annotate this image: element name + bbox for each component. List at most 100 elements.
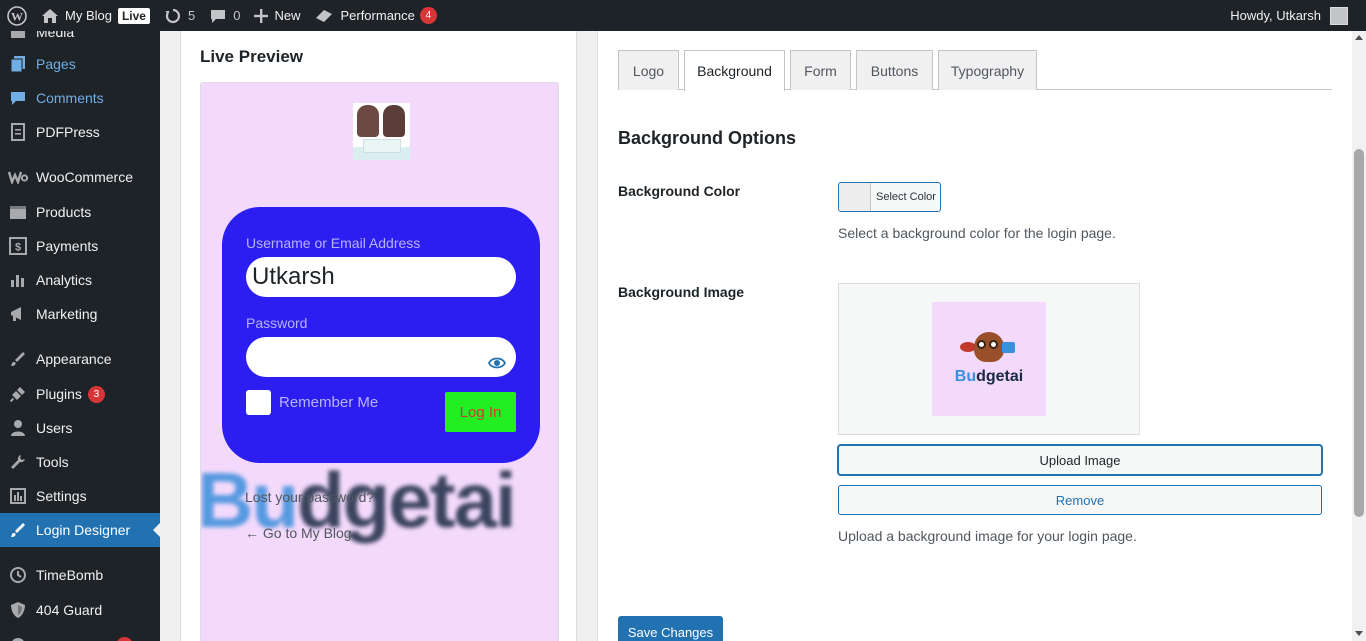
sidebar-item-404-guard[interactable]: 404 Guard	[0, 593, 160, 627]
pages-icon	[8, 54, 28, 74]
sidebar-item-label: Marketing	[36, 306, 98, 322]
settings-panel: Logo Background Form Buttons Typography …	[597, 31, 1352, 641]
select-color-label: Select Color	[876, 191, 936, 203]
scroll-up-icon[interactable]	[1355, 35, 1363, 40]
woocommerce-icon	[8, 167, 28, 187]
sidebar-item-label: Media	[36, 31, 75, 40]
admin-sidebar: Media Pages Comments PDFPress WooCommerc…	[0, 31, 160, 641]
current-menu-arrow	[153, 522, 160, 538]
sidebar-item-tools[interactable]: Tools	[0, 445, 160, 479]
sidebar-item-label: TimeBomb	[36, 567, 104, 583]
wordpress-logo-icon[interactable]: W	[0, 0, 34, 31]
page-scrollbar[interactable]	[1352, 31, 1366, 641]
password-label: Password	[246, 315, 308, 331]
eye-icon[interactable]	[487, 349, 507, 377]
comment-bubble-icon	[209, 8, 227, 24]
sidebar-item-marketing[interactable]: Marketing	[0, 297, 160, 331]
settings-icon	[8, 486, 28, 506]
pdf-icon	[8, 122, 28, 142]
analytics-icon	[8, 270, 28, 290]
tab-logo[interactable]: Logo	[618, 50, 679, 90]
new-content-link[interactable]: New	[247, 0, 307, 31]
select-color-button[interactable]: Select Color	[838, 182, 941, 212]
performance-label: Performance	[340, 8, 415, 23]
sidebar-item-pdfpress[interactable]: PDFPress	[0, 115, 160, 149]
site-name-link[interactable]: My Blog Live	[34, 0, 157, 31]
updates-icon	[164, 7, 182, 25]
sidebar-item-partial[interactable]	[0, 628, 160, 641]
remember-me-label: Remember Me	[279, 394, 379, 411]
performance-badge: 4	[419, 7, 437, 24]
password-input[interactable]	[246, 337, 516, 377]
sidebar-item-plugins[interactable]: Plugins 3	[0, 377, 160, 411]
updates-link[interactable]: 5	[157, 0, 202, 31]
sidebar-item-label: Payments	[36, 238, 99, 254]
login-button[interactable]: Log In	[445, 392, 516, 432]
sidebar-item-payments[interactable]: $ Payments	[0, 229, 160, 263]
menu-icon	[8, 635, 28, 641]
sidebar-item-label: WooCommerce	[36, 169, 133, 185]
login-form: Username or Email Address Utkarsh Passwo…	[222, 207, 540, 463]
live-badge: Live	[117, 7, 150, 24]
sidebar-item-label: Tools	[36, 454, 69, 470]
main-content: Live Preview Budgetai Lost your password…	[160, 31, 1352, 641]
appearance-icon	[8, 349, 28, 369]
scroll-thumb[interactable]	[1354, 149, 1364, 517]
sidebar-item-appearance[interactable]: Appearance	[0, 342, 160, 376]
sidebar-item-label: Settings	[36, 488, 87, 504]
partial-badge	[116, 636, 133, 641]
timebomb-icon	[8, 565, 28, 585]
tab-typography[interactable]: Typography	[938, 50, 1037, 90]
sidebar-item-woocommerce[interactable]: WooCommerce	[0, 160, 160, 194]
comments-count: 0	[233, 8, 241, 23]
comments-icon	[8, 88, 28, 108]
lost-password-link[interactable]: Lost your password?	[245, 489, 374, 505]
sidebar-item-label: Analytics	[36, 272, 93, 288]
username-value: Utkarsh	[252, 263, 335, 290]
username-input[interactable]: Utkarsh	[246, 257, 516, 297]
background-color-label: Background Color	[618, 183, 741, 199]
performance-icon	[314, 8, 334, 24]
svg-text:$: $	[15, 242, 21, 254]
sidebar-item-login-designer[interactable]: Login Designer	[0, 513, 160, 547]
sidebar-item-users[interactable]: Users	[0, 411, 160, 445]
home-icon	[41, 8, 59, 24]
background-image-label: Background Image	[618, 284, 745, 300]
remember-me-checkbox[interactable]	[246, 390, 271, 415]
login-designer-icon	[8, 520, 28, 540]
back-to-blog-link[interactable]: ← Go to My Blog	[245, 525, 352, 541]
sidebar-item-comments[interactable]: Comments	[0, 81, 160, 115]
tools-icon	[8, 452, 28, 472]
preview-logo-image	[353, 103, 410, 160]
background-image-preview: Budgetai	[838, 283, 1140, 435]
marketing-icon	[8, 304, 28, 324]
comments-link[interactable]: 0	[202, 0, 247, 31]
products-icon	[8, 202, 28, 222]
sidebar-item-pages[interactable]: Pages	[0, 47, 160, 81]
section-title: Background Options	[618, 128, 797, 148]
svg-text:W: W	[11, 9, 23, 23]
media-icon	[8, 31, 28, 42]
sidebar-item-timebomb[interactable]: TimeBomb	[0, 558, 160, 592]
remove-image-button[interactable]: Remove	[838, 485, 1322, 515]
sidebar-item-settings[interactable]: Settings	[0, 479, 160, 513]
scroll-down-icon[interactable]	[1355, 631, 1363, 636]
live-preview-panel: Live Preview Budgetai Lost your password…	[180, 31, 577, 641]
tab-background[interactable]: Background	[684, 50, 785, 91]
sidebar-item-products[interactable]: Products	[0, 195, 160, 229]
budgetai-logo-image: Budgetai	[932, 302, 1046, 416]
new-label: New	[274, 8, 301, 23]
save-changes-button[interactable]: Save Changes	[618, 616, 723, 641]
howdy-text: Howdy, Utkarsh	[1230, 8, 1321, 23]
sidebar-item-label: Plugins	[36, 386, 82, 402]
tab-form[interactable]: Form	[790, 50, 851, 90]
username-label: Username or Email Address	[246, 235, 421, 251]
performance-link[interactable]: Performance 4	[307, 0, 443, 31]
tab-buttons[interactable]: Buttons	[856, 50, 933, 90]
my-account[interactable]: Howdy, Utkarsh	[1230, 6, 1366, 25]
color-swatch	[839, 183, 871, 211]
upload-image-button[interactable]: Upload Image	[838, 445, 1322, 475]
sidebar-item-label: 404 Guard	[36, 602, 103, 618]
sidebar-item-analytics[interactable]: Analytics	[0, 263, 160, 297]
payments-icon: $	[8, 236, 28, 256]
